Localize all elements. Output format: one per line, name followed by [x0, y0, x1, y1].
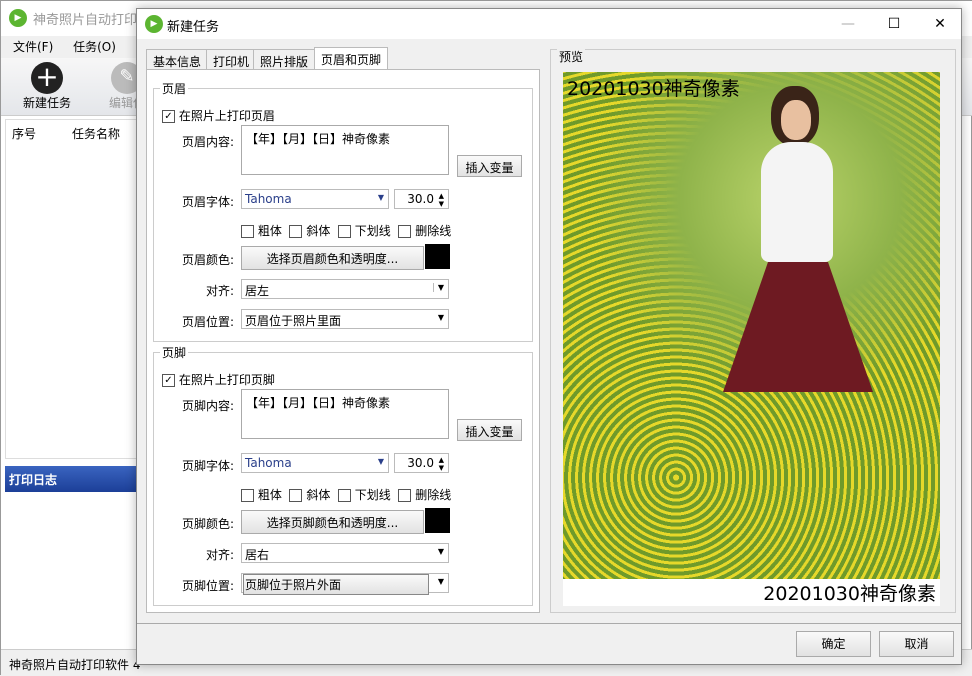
new-task-dialog: ▶ 新建任务 — ☐ ✕ 基本信息 打印机 照片排版 页眉和页脚 页眉 ✓ 在照… — [136, 8, 962, 665]
person-shirt — [761, 142, 833, 262]
footer-enable-label: 在照片上打印页脚 — [178, 373, 275, 387]
header-enable-label: 在照片上打印页眉 — [178, 109, 275, 123]
footer-style-options: 粗体 斜体 下划线 删除线 — [241, 486, 451, 503]
footer-enable-checkbox[interactable]: ✓ 在照片上打印页脚 — [162, 371, 275, 388]
chevron-down-icon: ▼ — [377, 457, 384, 466]
menu-task[interactable]: 任务(O) — [73, 40, 116, 54]
menu-file[interactable]: 文件(F) — [13, 40, 53, 54]
app-logo-icon: ▶ — [9, 9, 27, 27]
header-enable-checkbox[interactable]: ✓ 在照片上打印页眉 — [162, 107, 275, 124]
plus-icon: + — [31, 62, 63, 94]
header-position-select[interactable]: 页眉位于照片里面 ▼ — [241, 309, 449, 329]
header-group-label: 页眉 — [160, 80, 189, 97]
footer-color-swatch — [425, 508, 450, 533]
header-content-label: 页眉内容: — [181, 135, 234, 149]
footer-color-label: 页脚颜色: — [181, 517, 234, 531]
new-task-label: 新建任务 — [22, 96, 71, 110]
header-size-spinner[interactable]: 30.0 ▲ ▼ — [394, 189, 449, 209]
header-color-button[interactable]: 选择页眉颜色和透明度... — [241, 246, 424, 270]
footer-underline-checkbox[interactable]: 下划线 — [337, 488, 391, 502]
header-style-options: 粗体 斜体 下划线 删除线 — [241, 222, 451, 239]
preview-photo: 20201030神奇像素 — [563, 72, 940, 579]
footer-position-label: 页脚位置: — [181, 579, 234, 593]
footer-align-label: 对齐: — [205, 548, 234, 562]
tab-printer[interactable]: 打印机 — [206, 49, 257, 70]
header-strike-checkbox[interactable]: 删除线 — [398, 224, 451, 238]
header-align-select[interactable]: 居左 ▼ — [241, 279, 449, 299]
person-skirt — [723, 262, 873, 392]
footer-italic-checkbox[interactable]: 斜体 — [289, 488, 330, 502]
footer-content-label: 页脚内容: — [181, 399, 234, 413]
tab-header-footer[interactable]: 页眉和页脚 — [314, 47, 388, 71]
tab-basic-info[interactable]: 基本信息 — [146, 49, 209, 70]
header-position-label: 页眉位置: — [181, 315, 234, 329]
footer-bold-checkbox[interactable]: 粗体 — [241, 488, 282, 502]
preview-label: 预览 — [557, 48, 586, 65]
footer-strike-checkbox[interactable]: 删除线 — [398, 488, 451, 502]
new-task-button[interactable]: + 新建任务 — [17, 62, 77, 111]
footer-position-select[interactable]: 页脚位于照片外面 ▼ — [241, 573, 449, 595]
print-log-header: 打印日志 — [5, 466, 137, 492]
task-table: 序号 任务名称 — [5, 119, 137, 459]
col-name: 任务名称 — [72, 127, 121, 141]
col-index: 序号 — [12, 127, 37, 141]
footer-align-select[interactable]: 居右 ▼ — [241, 543, 449, 563]
minimize-button[interactable]: — — [825, 9, 871, 39]
header-content-input[interactable]: 【年】【月】【日】神奇像素 — [241, 125, 449, 175]
preview-footer-text: 20201030神奇像素 — [563, 579, 940, 606]
header-italic-checkbox[interactable]: 斜体 — [289, 224, 330, 238]
footer-font-label: 页脚字体: — [181, 459, 234, 473]
ok-button[interactable]: 确定 — [796, 631, 871, 657]
header-font-select[interactable]: Tahoma ▼ — [241, 189, 389, 209]
dialog-title: 新建任务 — [167, 20, 220, 35]
maximize-button[interactable]: ☐ — [871, 9, 917, 39]
header-footer-panel: 页眉 ✓ 在照片上打印页眉 页眉内容: 【年】【月】【日】神奇像素 插入变量 页… — [146, 69, 540, 613]
app-logo-icon: ▶ — [145, 15, 163, 33]
footer-group-label: 页脚 — [160, 344, 189, 361]
tab-layout[interactable]: 照片排版 — [253, 49, 316, 70]
footer-group: 页脚 ✓ 在照片上打印页脚 页脚内容: 【年】【月】【日】神奇像素 插入变量 页… — [153, 344, 533, 606]
header-group: 页眉 ✓ 在照片上打印页眉 页眉内容: 【年】【月】【日】神奇像素 插入变量 页… — [153, 80, 533, 342]
header-color-label: 页眉颜色: — [181, 253, 234, 267]
close-button[interactable]: ✕ — [917, 9, 963, 39]
preview-group: 预览 20201030神奇像素 20201030神奇像素 — [550, 48, 956, 613]
header-bold-checkbox[interactable]: 粗体 — [241, 224, 282, 238]
header-underline-checkbox[interactable]: 下划线 — [337, 224, 391, 238]
footer-insert-variable-button[interactable]: 插入变量 — [457, 419, 522, 441]
footer-color-button[interactable]: 选择页脚颜色和透明度... — [241, 510, 424, 534]
footer-content-input[interactable]: 【年】【月】【日】神奇像素 — [241, 389, 449, 439]
divider — [137, 623, 961, 624]
header-align-label: 对齐: — [205, 284, 234, 298]
cancel-button[interactable]: 取消 — [879, 631, 954, 657]
preview-header-text: 20201030神奇像素 — [567, 78, 740, 100]
person-face — [781, 100, 811, 140]
footer-font-select[interactable]: Tahoma ▼ — [241, 453, 389, 473]
header-font-label: 页眉字体: — [181, 195, 234, 209]
chevron-down-icon: ▼ — [377, 193, 384, 202]
footer-size-spinner[interactable]: 30.0 ▲ ▼ — [394, 453, 449, 473]
header-insert-variable-button[interactable]: 插入变量 — [457, 155, 522, 177]
header-color-swatch — [425, 244, 450, 269]
